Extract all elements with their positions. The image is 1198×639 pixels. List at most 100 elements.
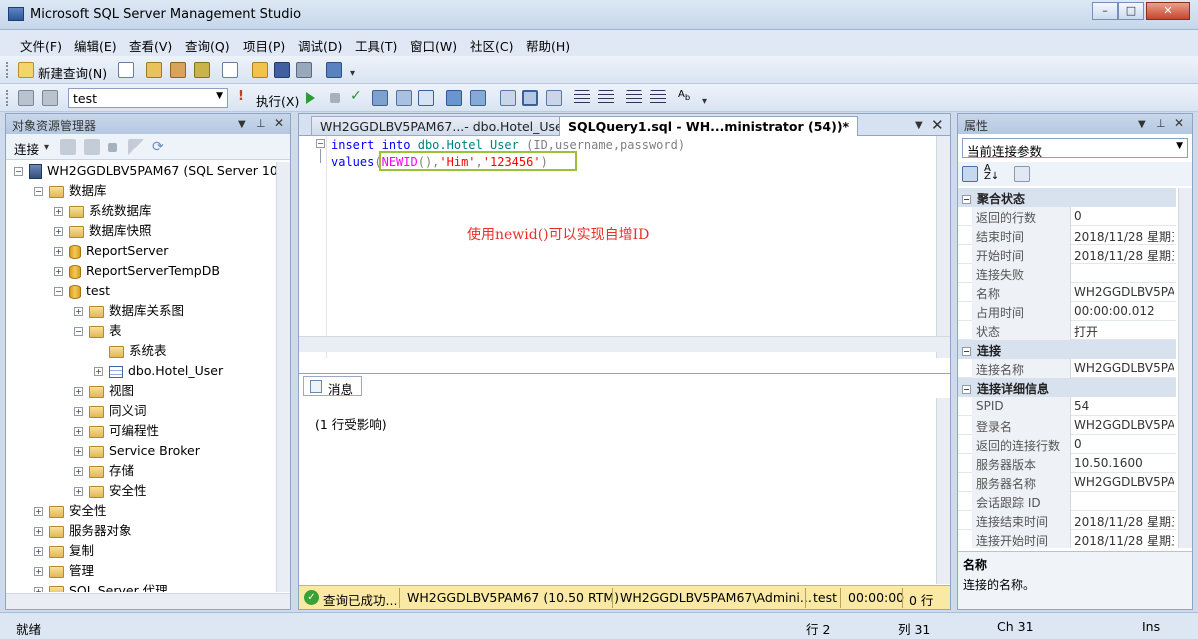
expand-icon[interactable]: + [34,527,43,536]
stop-icon[interactable] [108,143,117,152]
chevron-down-icon[interactable]: ▼ [915,120,923,131]
property-row[interactable]: 返回的行数 0 [958,207,1176,226]
property-category[interactable]: − 连接详细信息 [958,378,1176,397]
toolbar-grip[interactable] [6,62,10,78]
tab-messages[interactable]: 消息 [303,376,363,397]
maximize-button[interactable]: □ [1118,2,1144,20]
tree-node-database-snapshots[interactable]: + 数据库快照 [54,222,152,242]
property-row[interactable]: 名称 WH2GGDLBV5PA [958,283,1176,302]
tree-node-databases[interactable]: − 数据库 [34,182,107,202]
refresh-icon[interactable]: ⟳ [152,139,168,155]
tree-node-service-broker[interactable]: + Service Broker [74,442,200,462]
query-designer-icon[interactable] [396,90,412,106]
properties-vertical-scrollbar[interactable] [1178,188,1192,548]
categorized-icon[interactable] [962,166,978,182]
collapse-icon[interactable]: − [962,195,971,204]
expand-icon[interactable]: + [74,307,83,316]
open-file-icon[interactable] [252,62,268,78]
tree-node-replication[interactable]: + 复制 [34,542,94,562]
menu-debug[interactable]: 调试(D) [298,36,342,55]
sql-compact-query-icon[interactable] [222,62,238,78]
tree-node-sql-agent[interactable]: + SQL Server 代理 [34,582,168,592]
expand-icon[interactable]: + [94,367,103,376]
tree-node-tables[interactable]: − 表 [74,322,122,342]
pin-icon[interactable]: ⊥ [1156,117,1166,130]
tree-node-reportserver[interactable]: + ReportServer [54,242,168,262]
chevron-down-icon[interactable]: ▼ [1138,119,1146,130]
results-grid-icon[interactable] [522,90,538,106]
property-row[interactable]: 会话跟踪 ID [958,492,1176,511]
tree-node-server[interactable]: − WH2GGDLBV5PAM67 (SQL Server 10.5 [14,162,276,182]
menu-help[interactable]: 帮助(H) [526,36,570,55]
property-row[interactable]: 状态 打开 [958,321,1176,340]
debug-play-icon[interactable] [306,92,315,104]
close-icon[interactable]: ✕ [274,116,284,130]
increase-indent-icon[interactable] [650,90,666,106]
parse-check-icon[interactable]: ✓ [350,88,366,104]
expand-icon[interactable]: + [74,447,83,456]
save-icon[interactable] [274,62,290,78]
property-row[interactable]: 占用时间 00:00:00.012 [958,302,1176,321]
menu-community[interactable]: 社区(C) [470,36,513,55]
expand-icon[interactable]: + [54,207,63,216]
object-explorer-vertical-scrollbar[interactable] [276,162,290,592]
tree-node-system-tables[interactable]: 系统表 [109,342,167,362]
collapse-icon[interactable]: − [54,287,63,296]
disconnect-icon[interactable] [84,139,100,155]
collapse-icon[interactable]: − [14,167,23,176]
expand-icon[interactable]: + [74,387,83,396]
connect-icon[interactable] [18,90,34,106]
collapse-icon[interactable]: − [962,385,971,394]
specify-values-icon[interactable]: Ab [678,89,694,105]
property-row[interactable]: 开始时间 2018/11/28 星期三 [958,245,1176,264]
property-row[interactable]: 服务器名称 WH2GGDLBV5PA [958,473,1176,492]
execute-button[interactable]: 执行(X) [256,91,299,110]
expand-icon[interactable]: + [74,407,83,416]
collapse-icon[interactable]: − [34,187,43,196]
menu-view[interactable]: 查看(V) [129,36,172,55]
property-row[interactable]: 连接结束时间 2018/11/28 星期三 [958,511,1176,530]
collapse-icon[interactable]: − [74,327,83,336]
tree-node-programmability[interactable]: + 可编程性 [74,422,159,442]
tab-hotel-user-table[interactable]: WH2GGDLBV5PAM67...- dbo.Hotel_User [311,116,577,136]
analysis-query-icon[interactable] [170,62,186,78]
tree-node-hotel-user[interactable]: + dbo.Hotel_User [94,362,223,382]
expand-icon[interactable]: + [74,427,83,436]
editor-horizontal-scrollbar[interactable] [299,336,950,352]
decrease-indent-icon[interactable] [626,90,642,106]
expand-icon[interactable]: + [34,567,43,576]
expand-icon[interactable]: + [34,547,43,556]
property-row[interactable]: 连接开始时间 2018/11/28 星期三 [958,530,1176,548]
tab-sqlquery1[interactable]: SQLQuery1.sql - WH...ministrator (54))* [559,116,859,136]
connect-object-icon[interactable] [60,139,76,155]
tree-node-storage[interactable]: + 存储 [74,462,134,482]
client-stats-icon[interactable] [470,90,486,106]
tree-node-views[interactable]: + 视图 [74,382,134,402]
close-button[interactable]: ✕ [1146,2,1190,20]
uncomment-icon[interactable] [598,90,614,106]
chevron-down-icon[interactable]: ▾ [44,142,49,153]
property-row[interactable]: SPID 54 [958,397,1176,416]
results-vertical-scrollbar[interactable] [936,398,950,584]
editor-vertical-scrollbar[interactable] [936,136,950,358]
menu-project[interactable]: 项目(P) [243,36,285,55]
toolbar-overflow-icon[interactable]: ▾ [350,68,355,79]
xmla-query-icon[interactable] [194,62,210,78]
new-file-icon[interactable] [118,62,134,78]
activity-monitor-icon[interactable] [326,62,342,78]
tree-node-test[interactable]: − test [54,282,110,302]
display-plan-icon[interactable] [372,90,388,106]
close-icon[interactable]: ✕ [1174,116,1184,130]
expand-icon[interactable]: + [34,507,43,516]
property-category[interactable]: − 聚合状态 [958,188,1176,207]
database-engine-query-icon[interactable] [146,62,162,78]
chevron-down-icon[interactable]: ▼ [238,119,246,130]
sql-editor[interactable]: − insert into dbo.Hotel_User (ID,usernam… [299,136,950,358]
results-to-text-icon[interactable] [500,90,516,106]
property-row[interactable]: 连接名称 WH2GGDLBV5PA [958,359,1176,378]
expand-icon[interactable]: + [34,587,43,592]
object-explorer-horizontal-scrollbar[interactable] [6,593,290,609]
tree-node-diagrams[interactable]: + 数据库关系图 [74,302,184,322]
close-icon[interactable]: ✕ [931,116,944,134]
connect-button[interactable]: 连接 [14,139,39,158]
